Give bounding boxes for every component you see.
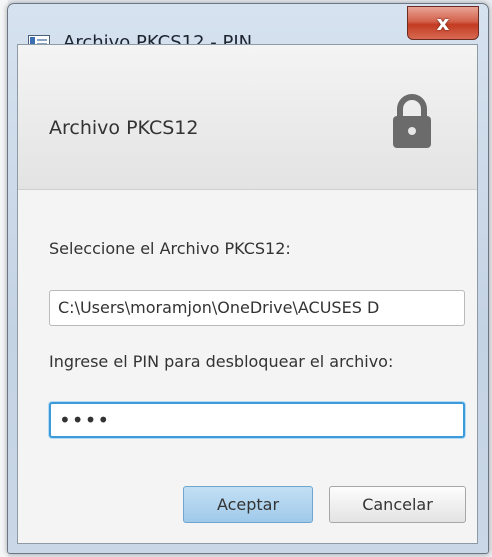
close-icon: x: [436, 11, 450, 35]
pin-field[interactable]: ••••: [49, 402, 465, 438]
file-path-field[interactable]: C:\Users\moramjon\OneDrive\ACUSES D: [49, 290, 465, 326]
dialog-header: Archivo PKCS12: [18, 45, 477, 190]
cancel-button[interactable]: Cancelar: [329, 486, 466, 523]
dialog-content: Archivo PKCS12 Seleccione el Archivo PKC…: [17, 44, 478, 544]
header-title: Archivo PKCS12: [49, 117, 199, 139]
file-label: Seleccione el Archivo PKCS12:: [49, 239, 291, 258]
accept-button[interactable]: Aceptar: [183, 486, 313, 523]
dialog-window: Archivo PKCS12 - PIN x Archivo PKCS12 Se…: [7, 3, 489, 554]
lock-icon: [393, 94, 431, 148]
close-button[interactable]: x: [407, 6, 479, 40]
pin-label: Ingrese el PIN para desbloquear el archi…: [49, 352, 394, 371]
